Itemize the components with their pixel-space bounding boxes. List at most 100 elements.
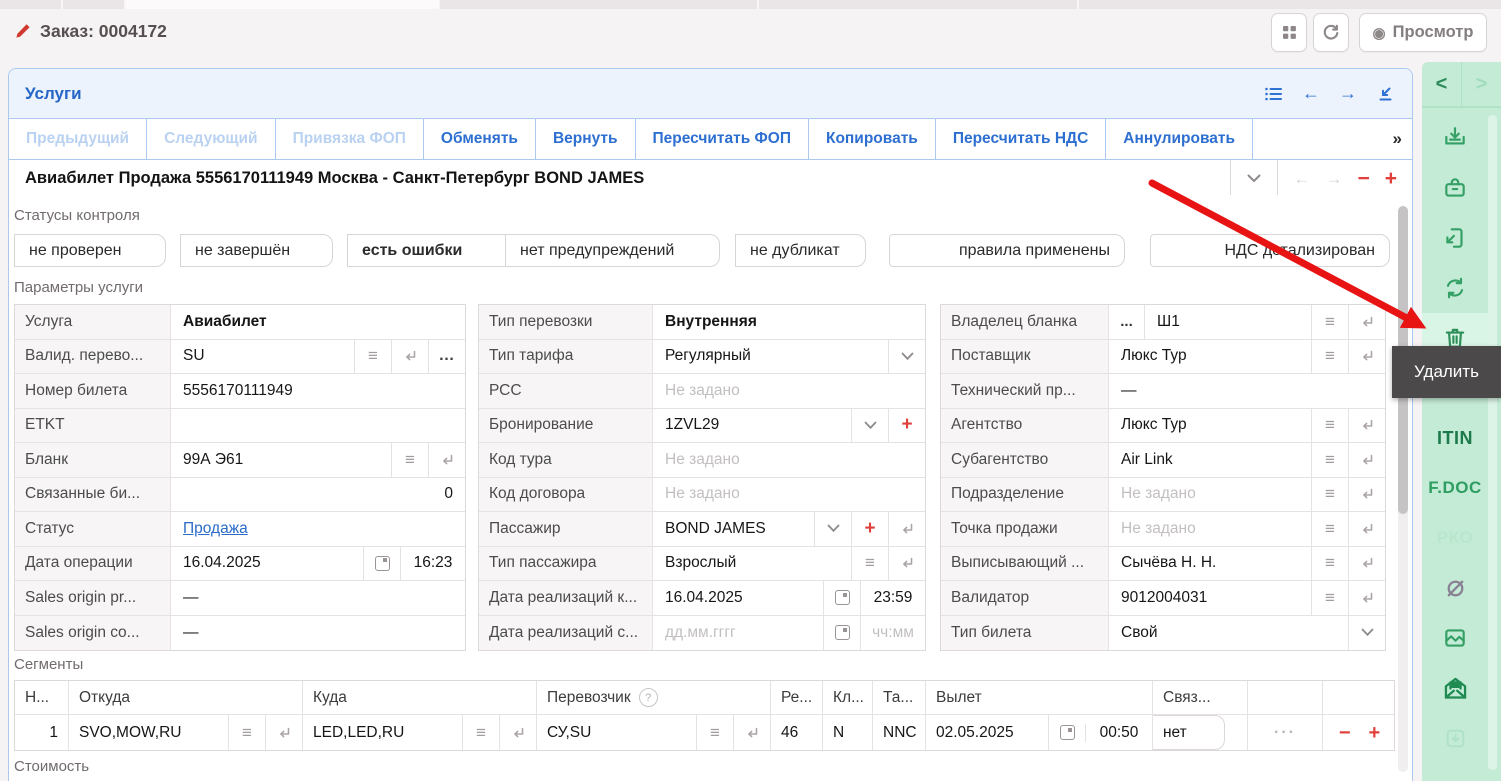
record-collapse-button[interactable] bbox=[1230, 160, 1278, 197]
plus-button[interactable]: + bbox=[851, 512, 888, 546]
field-value[interactable]: — bbox=[1109, 374, 1385, 408]
enter-icon[interactable] bbox=[1348, 409, 1385, 443]
enter-icon[interactable] bbox=[1348, 581, 1385, 615]
toolbar-more-button[interactable]: » bbox=[1393, 129, 1402, 149]
sidebar-briefcase-button[interactable] bbox=[1422, 163, 1488, 213]
segment-remove-button[interactable]: − bbox=[1339, 723, 1351, 743]
sidebar-mail-doc-button[interactable] bbox=[1422, 663, 1488, 713]
menu-icon[interactable]: ≡ bbox=[1311, 581, 1348, 615]
field-value[interactable]: Не задано bbox=[1109, 478, 1311, 512]
menu-icon[interactable]: ≡ bbox=[462, 715, 499, 750]
browser-tab[interactable] bbox=[1079, 0, 1501, 9]
grid-layout-button[interactable] bbox=[1271, 13, 1307, 52]
arrow-left-icon[interactable]: ← bbox=[1302, 83, 1320, 104]
date-field[interactable]: дд.мм.гггг bbox=[653, 616, 823, 651]
chevron-down-icon[interactable] bbox=[814, 512, 851, 546]
enter-icon[interactable] bbox=[888, 512, 925, 546]
sidebar-empty-set-button[interactable] bbox=[1422, 563, 1488, 613]
arrow-right-icon[interactable]: → bbox=[1339, 83, 1357, 104]
calendar-icon[interactable] bbox=[823, 581, 860, 615]
toolbar-button[interactable]: Пересчитать ФОП bbox=[636, 119, 809, 159]
segment-class-field[interactable]: N bbox=[823, 715, 873, 750]
list-icon[interactable] bbox=[1264, 85, 1283, 103]
field-value[interactable]: 99А Э61 bbox=[171, 443, 391, 477]
enter-icon[interactable] bbox=[1348, 340, 1385, 374]
help-icon[interactable]: ? bbox=[639, 688, 658, 707]
menu-icon[interactable]: ≡ bbox=[1311, 340, 1348, 374]
menu-icon[interactable]: ≡ bbox=[851, 547, 888, 581]
segment-carrier-field[interactable]: СУ,SU bbox=[537, 724, 696, 742]
field-value[interactable]: Люкс Тур bbox=[1109, 409, 1311, 443]
enter-icon[interactable] bbox=[733, 715, 770, 750]
menu-icon[interactable]: ≡ bbox=[696, 715, 733, 750]
field-value[interactable]: Не задано bbox=[653, 478, 925, 512]
sidebar-item-f-doc[interactable]: F.DOC bbox=[1422, 463, 1488, 513]
field-value[interactable]: Люкс Тур bbox=[1109, 340, 1311, 374]
sidebar-image-doc-button[interactable] bbox=[1422, 613, 1488, 663]
segment-depart-time-field[interactable]: 00:50 bbox=[1085, 724, 1152, 742]
menu-icon[interactable]: ≡ bbox=[1311, 305, 1348, 339]
enter-icon[interactable] bbox=[1348, 547, 1385, 581]
browser-tab[interactable] bbox=[759, 0, 1079, 9]
record-remove-button[interactable]: − bbox=[1357, 168, 1369, 189]
toolbar-button[interactable]: Обменять bbox=[424, 119, 536, 159]
sidebar-back-icon[interactable]: < bbox=[1422, 62, 1462, 106]
enter-icon[interactable] bbox=[1348, 478, 1385, 512]
collapse-icon[interactable] bbox=[1376, 85, 1394, 103]
toolbar-button[interactable]: Привязка ФОП bbox=[276, 119, 424, 159]
menu-icon[interactable]: ≡ bbox=[228, 715, 265, 750]
toolbar-button[interactable]: Предыдущий bbox=[9, 119, 147, 159]
sidebar-save-download-button[interactable] bbox=[1422, 113, 1488, 163]
browser-tab[interactable] bbox=[0, 0, 63, 9]
field-value[interactable]: 9012004031 bbox=[1109, 581, 1311, 615]
time-field[interactable]: чч:мм bbox=[860, 616, 925, 651]
menu-icon[interactable]: ≡ bbox=[1311, 443, 1348, 477]
enter-icon[interactable] bbox=[1348, 443, 1385, 477]
sidebar-scrollbar[interactable] bbox=[1488, 115, 1497, 770]
field-prefix-button[interactable]: ... bbox=[1109, 305, 1145, 339]
record-add-button[interactable]: + bbox=[1385, 168, 1397, 189]
toolbar-button[interactable]: Аннулировать bbox=[1106, 119, 1253, 159]
record-next-icon[interactable]: → bbox=[1325, 169, 1342, 189]
segment-to-field[interactable]: LED,LED,RU bbox=[303, 724, 462, 742]
field-value[interactable]: SU bbox=[171, 340, 354, 374]
enter-icon[interactable] bbox=[391, 340, 428, 374]
refresh-button[interactable] bbox=[1313, 13, 1349, 52]
segment-add-button[interactable]: + bbox=[1369, 723, 1381, 743]
segment-more-button[interactable]: ··· bbox=[1248, 724, 1322, 742]
segment-flight-field[interactable]: 46 bbox=[771, 715, 823, 750]
calendar-icon[interactable] bbox=[363, 547, 400, 581]
sidebar-sync-button[interactable] bbox=[1422, 263, 1488, 313]
segment-from-field[interactable]: SVO,MOW,RU bbox=[69, 724, 228, 742]
menu-icon[interactable]: ≡ bbox=[1311, 547, 1348, 581]
field-value[interactable]: Авиабилет bbox=[171, 305, 465, 339]
field-value[interactable]: BOND JAMES bbox=[653, 512, 814, 546]
field-value[interactable]: Не задано bbox=[1109, 512, 1311, 546]
sidebar-item-рко[interactable]: РКО bbox=[1422, 513, 1488, 563]
browser-tab[interactable] bbox=[63, 0, 126, 9]
field-value[interactable]: Свой bbox=[1109, 616, 1348, 651]
sidebar-import-button[interactable] bbox=[1422, 713, 1488, 763]
field-value[interactable]: 5556170111949 bbox=[171, 374, 465, 408]
record-prev-icon[interactable]: ← bbox=[1293, 169, 1310, 189]
field-value[interactable]: Air Link bbox=[1109, 443, 1311, 477]
calendar-icon[interactable] bbox=[823, 616, 860, 651]
menu-icon[interactable]: ≡ bbox=[1311, 409, 1348, 443]
toolbar-button[interactable]: Следующий bbox=[147, 119, 275, 159]
toolbar-button[interactable]: Пересчитать НДС bbox=[936, 119, 1106, 159]
field-value[interactable]: Внутренняя bbox=[653, 305, 925, 339]
field-value[interactable]: Не задано bbox=[653, 443, 925, 477]
menu-icon[interactable]: ≡ bbox=[354, 340, 391, 374]
segment-depart-date-field[interactable]: 02.05.2025 bbox=[926, 724, 1048, 742]
calendar-icon[interactable] bbox=[1048, 715, 1085, 750]
view-button[interactable]: ◉ Просмотр bbox=[1359, 13, 1487, 52]
time-field[interactable]: 16:23 bbox=[400, 547, 465, 581]
menu-icon[interactable]: ≡ bbox=[1311, 512, 1348, 546]
date-field[interactable]: 16.04.2025 bbox=[653, 581, 823, 615]
ellipsis-button[interactable]: … bbox=[428, 340, 465, 374]
status-link[interactable]: Продажа bbox=[183, 520, 248, 538]
enter-icon[interactable] bbox=[499, 715, 536, 750]
menu-icon[interactable]: ≡ bbox=[1311, 478, 1348, 512]
browser-tab-active[interactable] bbox=[126, 0, 439, 9]
sidebar-item-itin[interactable]: ITIN bbox=[1422, 413, 1488, 463]
